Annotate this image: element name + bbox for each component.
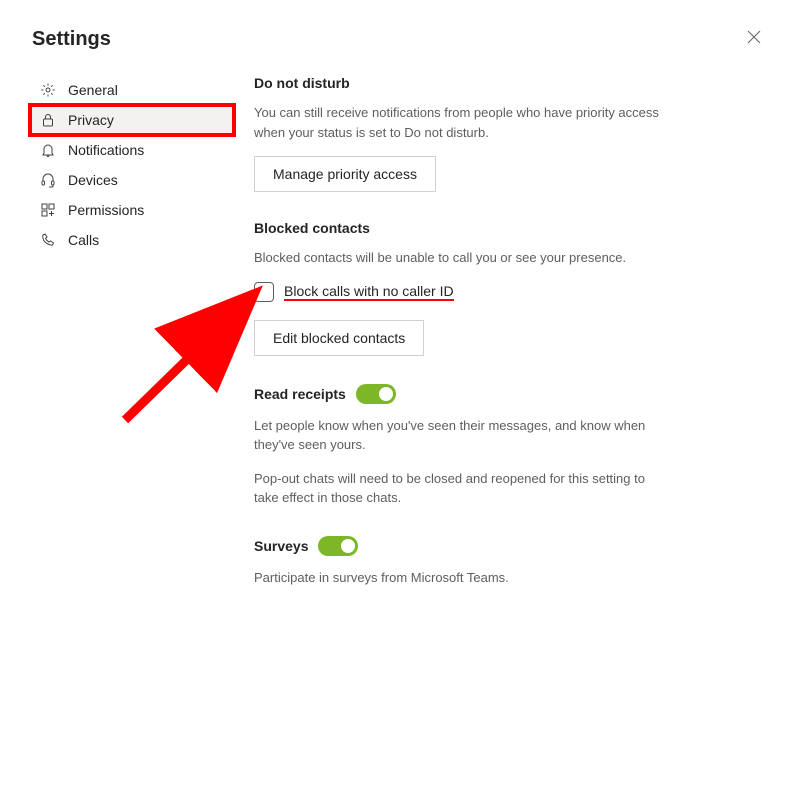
bell-icon	[40, 142, 56, 158]
close-button[interactable]	[743, 26, 765, 53]
sidebar-item-permissions[interactable]: Permissions	[32, 195, 232, 225]
edit-blocked-contacts-button[interactable]: Edit blocked contacts	[254, 320, 424, 356]
close-icon	[747, 30, 761, 44]
section-description: You can still receive notifications from…	[254, 103, 662, 142]
manage-priority-access-button[interactable]: Manage priority access	[254, 156, 436, 192]
block-no-caller-id-row: Block calls with no caller ID	[254, 282, 662, 302]
content-area: Do not disturb You can still receive not…	[232, 63, 662, 615]
sidebar-item-calls[interactable]: Calls	[32, 225, 232, 255]
read-receipts-toggle[interactable]	[356, 384, 396, 404]
apps-icon	[40, 202, 56, 218]
surveys-toggle[interactable]	[318, 536, 358, 556]
section-heading: Read receipts	[254, 384, 396, 404]
sidebar-item-privacy[interactable]: Privacy	[32, 105, 232, 135]
phone-icon	[40, 232, 56, 248]
page-title: Settings	[32, 28, 111, 51]
sidebar: General Privacy Notifications	[32, 63, 232, 615]
section-read-receipts: Read receipts Let people know when you'v…	[254, 384, 662, 508]
section-description: Blocked contacts will be unable to call …	[254, 248, 662, 268]
sidebar-item-general[interactable]: General	[32, 75, 232, 105]
section-heading: Surveys	[254, 536, 358, 556]
sidebar-item-devices[interactable]: Devices	[32, 165, 232, 195]
read-receipts-label: Read receipts	[254, 386, 346, 402]
gear-icon	[40, 82, 56, 98]
block-no-caller-id-label[interactable]: Block calls with no caller ID	[284, 283, 454, 301]
section-description: Participate in surveys from Microsoft Te…	[254, 568, 662, 588]
section-heading: Do not disturb	[254, 75, 662, 91]
sidebar-item-label: Calls	[68, 232, 99, 248]
sidebar-item-label: Privacy	[68, 112, 114, 128]
section-surveys: Surveys Participate in surveys from Micr…	[254, 536, 662, 588]
block-no-caller-id-checkbox[interactable]	[254, 282, 274, 302]
surveys-label: Surveys	[254, 538, 308, 554]
sidebar-item-label: Permissions	[68, 202, 144, 218]
sidebar-item-notifications[interactable]: Notifications	[32, 135, 232, 165]
section-description-secondary: Pop-out chats will need to be closed and…	[254, 469, 662, 508]
section-heading: Blocked contacts	[254, 220, 662, 236]
sidebar-item-label: Devices	[68, 172, 118, 188]
section-dnd: Do not disturb You can still receive not…	[254, 75, 662, 192]
sidebar-item-label: Notifications	[68, 142, 144, 158]
section-description: Let people know when you've seen their m…	[254, 416, 662, 455]
lock-icon	[40, 112, 56, 128]
headset-icon	[40, 172, 56, 188]
highlight-annotation	[28, 103, 236, 137]
sidebar-item-label: General	[68, 82, 118, 98]
section-blocked-contacts: Blocked contacts Blocked contacts will b…	[254, 220, 662, 356]
